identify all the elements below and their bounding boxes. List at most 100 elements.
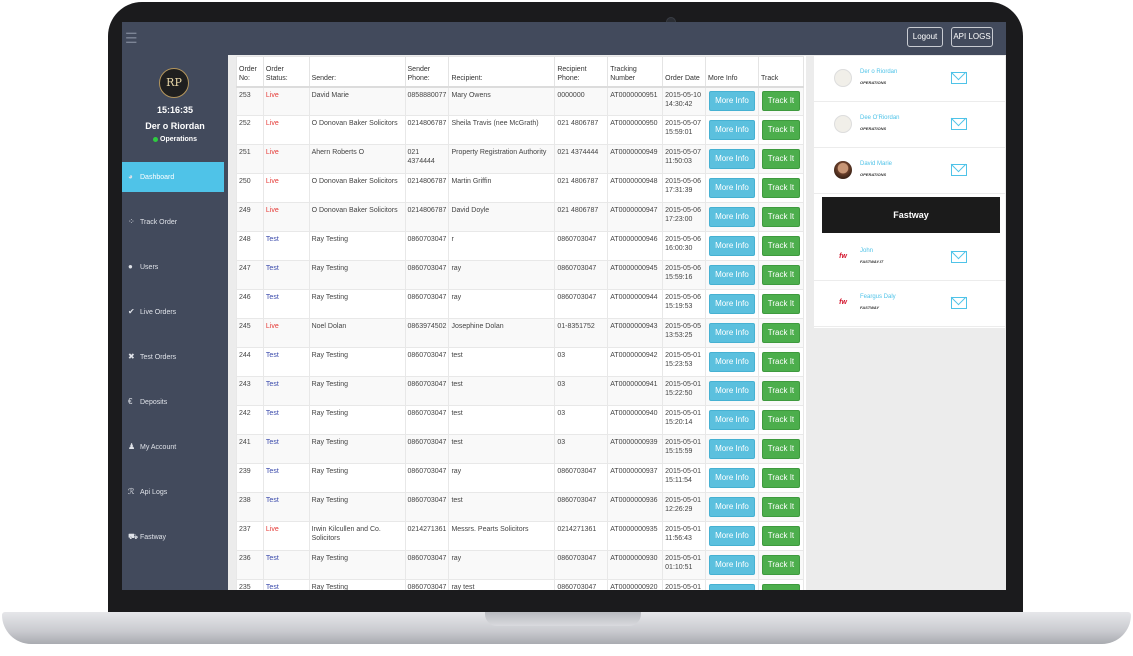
mail-icon[interactable] bbox=[951, 118, 967, 130]
track-it-button[interactable]: Track It bbox=[761, 352, 800, 372]
more-info-button[interactable]: More Info bbox=[708, 497, 755, 517]
more-info-button[interactable]: More Info bbox=[708, 294, 755, 314]
order-date: 2015-05-10 14:30:42 bbox=[662, 86, 706, 116]
recipient-name: ray bbox=[448, 463, 556, 493]
track-it-button[interactable]: Track It bbox=[761, 497, 800, 517]
tracking-number: AT0000000942 bbox=[607, 347, 664, 377]
track-it-button[interactable]: Track It bbox=[761, 149, 800, 169]
sender-name: Ray Testing bbox=[308, 347, 406, 377]
more-info-button[interactable]: More Info bbox=[708, 91, 755, 112]
orders-table-body: 253 Live David Marie 0858880077 Mary Owens 00… bbox=[236, 86, 805, 590]
track-it-button[interactable]: Track It bbox=[761, 236, 800, 256]
more-info-button[interactable]: More Info bbox=[708, 381, 755, 401]
sidebar-item-dashboard[interactable]: ◕ Dashboard bbox=[122, 162, 224, 192]
recipient-phone: 0214271361 bbox=[554, 521, 609, 551]
sender-phone: 0860703047 bbox=[404, 260, 450, 290]
sender-name: Noel Dolan bbox=[308, 318, 406, 348]
track-it-button[interactable]: Track It bbox=[761, 323, 800, 343]
track-it-button[interactable]: Track It bbox=[761, 265, 800, 285]
track-it-button[interactable]: Track It bbox=[761, 468, 800, 488]
track-it-button[interactable]: Track It bbox=[761, 91, 800, 112]
more-info-cell: More Info bbox=[704, 260, 759, 290]
more-info-button[interactable]: More Info bbox=[708, 265, 755, 285]
mail-icon[interactable] bbox=[951, 72, 967, 84]
sidebar-item-live-orders[interactable]: ✔ Live Orders bbox=[122, 297, 228, 342]
track-it-button[interactable]: Track It bbox=[761, 207, 800, 227]
sender-phone: 0860703047 bbox=[404, 289, 450, 319]
sidebar-item-fastway[interactable]: ⛟ Fastway bbox=[122, 522, 228, 567]
sidebar-item-label: Api Logs bbox=[140, 489, 168, 496]
col-order-no: Order No: bbox=[236, 56, 264, 88]
mail-icon[interactable] bbox=[951, 251, 967, 263]
sidebar-item-test-orders[interactable]: ✖ Test Orders bbox=[122, 342, 228, 387]
more-info-button[interactable]: More Info bbox=[708, 410, 755, 430]
sidebar-item-label: Track Order bbox=[140, 219, 178, 226]
more-info-button[interactable]: More Info bbox=[708, 236, 755, 256]
api-logs-button[interactable]: API LOGS bbox=[951, 27, 993, 47]
fastway-logo: fw bbox=[833, 248, 853, 266]
order-date: 2015-05-06 16:00:30 bbox=[662, 231, 706, 261]
more-info-button[interactable]: More Info bbox=[708, 439, 755, 459]
recipient-phone: 0860703047 bbox=[554, 579, 609, 590]
mail-icon[interactable] bbox=[951, 164, 967, 176]
track-cell: Track It bbox=[757, 376, 805, 406]
track-it-button[interactable]: Track It bbox=[761, 178, 800, 198]
table-row: 245 Live Noel Dolan 0863974502 Josephine Dol… bbox=[236, 318, 805, 348]
sidebar-item-my-account[interactable]: ♟ My Account bbox=[122, 432, 228, 477]
more-info-button[interactable]: More Info bbox=[708, 526, 755, 546]
fastway-logo: fw bbox=[833, 294, 853, 312]
order-date: 2015-05-01 15:15:59 bbox=[662, 434, 706, 464]
table-row: 237 Live Irwin Kilcullen and Co. Solicitor… bbox=[236, 521, 805, 551]
clock: 15:16:35 bbox=[156, 105, 194, 115]
logout-button[interactable]: Logout bbox=[907, 27, 943, 47]
mail-icon[interactable] bbox=[951, 297, 967, 309]
order-number: 236 bbox=[236, 550, 264, 580]
order-number: 238 bbox=[236, 492, 264, 522]
sender-phone: 0860703047 bbox=[404, 434, 450, 464]
table-row: 247 Test Ray Testing 0860703047 ray 086070304… bbox=[236, 260, 805, 290]
track-it-button[interactable]: Track It bbox=[761, 439, 800, 459]
recipient-name: ray bbox=[448, 260, 556, 290]
more-info-button[interactable]: More Info bbox=[708, 178, 755, 198]
order-status: Test bbox=[262, 434, 310, 464]
track-it-button[interactable]: Track It bbox=[761, 120, 800, 140]
sender-name: Ray Testing bbox=[308, 434, 406, 464]
more-info-cell: More Info bbox=[704, 463, 759, 493]
sidebar-item-track-order[interactable]: ⁘ Track Order bbox=[122, 207, 228, 252]
track-it-button[interactable]: Track It bbox=[761, 526, 800, 546]
contact-name: David Marie bbox=[860, 161, 893, 167]
track-it-button[interactable]: Track It bbox=[761, 381, 800, 401]
check-icon: ✔ bbox=[128, 307, 135, 316]
recipient-phone: 03 bbox=[554, 434, 609, 464]
more-info-button[interactable]: More Info bbox=[708, 468, 755, 488]
recipient-phone: 021 4374444 bbox=[554, 144, 609, 174]
recipient-name: Sheila Travis (nee McGrath) bbox=[448, 115, 556, 145]
sidebar-item-api-logs[interactable]: ℛ Api Logs bbox=[122, 477, 228, 522]
track-it-button[interactable]: Track It bbox=[761, 555, 800, 575]
more-info-cell: More Info bbox=[704, 492, 759, 522]
sender-phone: 0860703047 bbox=[404, 347, 450, 377]
more-info-button[interactable]: More Info bbox=[708, 555, 755, 575]
sender-name: Ray Testing bbox=[308, 492, 406, 522]
order-status: Test bbox=[262, 492, 310, 522]
sender-phone: 0860703047 bbox=[404, 405, 450, 435]
more-info-button[interactable]: More Info bbox=[708, 207, 755, 227]
order-status: Live bbox=[262, 521, 310, 551]
order-date: 2015-05-05 13:53:25 bbox=[662, 318, 706, 348]
more-info-button[interactable]: More Info bbox=[708, 584, 755, 590]
more-info-button[interactable]: More Info bbox=[708, 149, 755, 169]
more-info-button[interactable]: More Info bbox=[708, 352, 755, 372]
table-row: 235 Test Ray Testing 0860703047 ray test 0860… bbox=[236, 579, 805, 590]
order-date: 2015-05-01 15:20:14 bbox=[662, 405, 706, 435]
sidebar-item-users[interactable]: ● Users bbox=[122, 252, 228, 297]
track-it-button[interactable]: Track It bbox=[761, 584, 800, 590]
order-date: 2015-05-01 15:11:54 bbox=[662, 463, 706, 493]
more-info-button[interactable]: More Info bbox=[708, 323, 755, 343]
track-it-button[interactable]: Track It bbox=[761, 294, 800, 314]
table-row: 239 Test Ray Testing 0860703047 ray 086070304… bbox=[236, 463, 805, 493]
sidebar-item-deposits[interactable]: € Deposits bbox=[122, 387, 228, 432]
more-info-button[interactable]: More Info bbox=[708, 120, 755, 140]
hamburger-icon[interactable]: ☰ bbox=[125, 31, 138, 45]
orders-table-container[interactable]: Order No: Order Status: Sender: Sender P… bbox=[236, 56, 806, 590]
track-it-button[interactable]: Track It bbox=[761, 410, 800, 430]
